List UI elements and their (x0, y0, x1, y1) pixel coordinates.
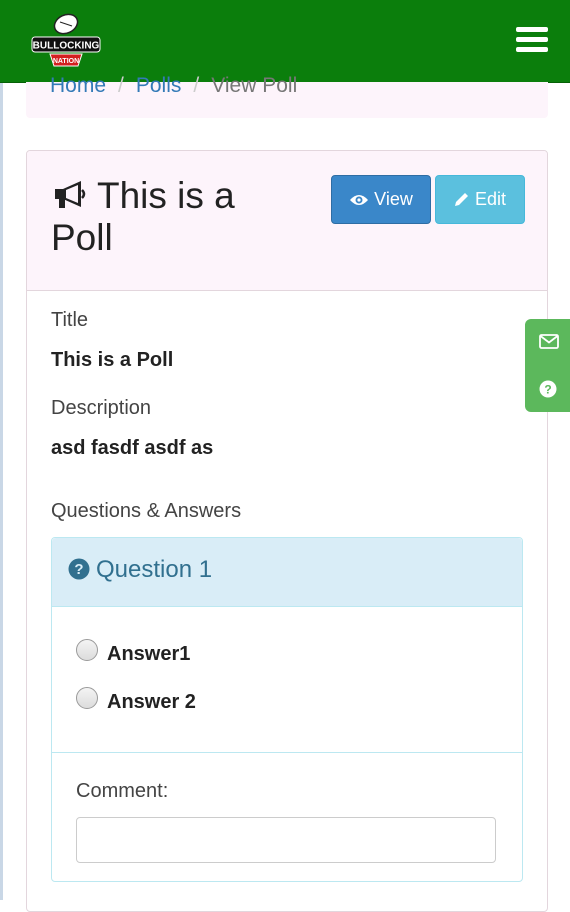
comment-input[interactable] (76, 817, 496, 863)
page-title: This is a Poll (51, 175, 301, 259)
breadcrumb: Home / Polls / View Poll (26, 75, 548, 118)
breadcrumb-separator: / (118, 74, 124, 97)
logo[interactable]: BULLOCKING NATION (30, 10, 102, 72)
breadcrumb-current: View Poll (211, 74, 298, 97)
answer-label[interactable]: Answer1 (107, 643, 190, 666)
megaphone-icon (55, 181, 86, 208)
poll-panel: This is a Poll View Edit Title This is a… (26, 150, 548, 912)
breadcrumb-home-link[interactable]: Home (50, 74, 106, 97)
eye-icon (350, 195, 369, 205)
question-circle-icon[interactable]: ? (539, 380, 557, 398)
title-label: Title (51, 309, 89, 331)
edit-button-label: Edit (474, 189, 507, 209)
answer-label[interactable]: Answer 2 (107, 691, 196, 714)
edit-button[interactable]: Edit (435, 175, 525, 224)
top-navbar: BULLOCKING NATION (0, 0, 570, 83)
question-title: ? Question 1 (68, 556, 212, 584)
description-value: asd fasdf asdf as (51, 437, 214, 459)
poll-panel-heading: This is a Poll View Edit (27, 151, 547, 291)
svg-text:?: ? (74, 561, 83, 578)
questions-answers-label: Questions & Answers (51, 500, 242, 522)
comment-label: Comment: (76, 780, 169, 802)
question-divider (52, 752, 522, 753)
side-feedback-tab: ? (525, 319, 570, 412)
answer-radio[interactable] (76, 639, 98, 661)
logo-subtext: NATION (53, 58, 79, 65)
question-panel: ? Question 1 Answer1 Answer 2 Comment: (51, 537, 523, 882)
pencil-icon (454, 193, 468, 206)
view-button-label: View (374, 189, 413, 209)
question-title-text: Question 1 (96, 556, 213, 583)
answer-radio[interactable] (76, 687, 98, 709)
view-button[interactable]: View (331, 175, 431, 224)
hamburger-menu-icon[interactable] (516, 27, 548, 53)
breadcrumb-polls-link[interactable]: Polls (136, 74, 182, 97)
breadcrumb-separator: / (193, 74, 200, 97)
question-circle-icon: ? (68, 558, 90, 580)
logo-text: BULLOCKING (33, 41, 100, 52)
page-left-edge (0, 0, 3, 900)
envelope-icon[interactable] (539, 334, 559, 349)
title-value: This is a Poll (51, 349, 174, 371)
svg-text:?: ? (544, 383, 551, 397)
description-label: Description (51, 397, 152, 419)
question-heading: ? Question 1 (52, 538, 522, 607)
